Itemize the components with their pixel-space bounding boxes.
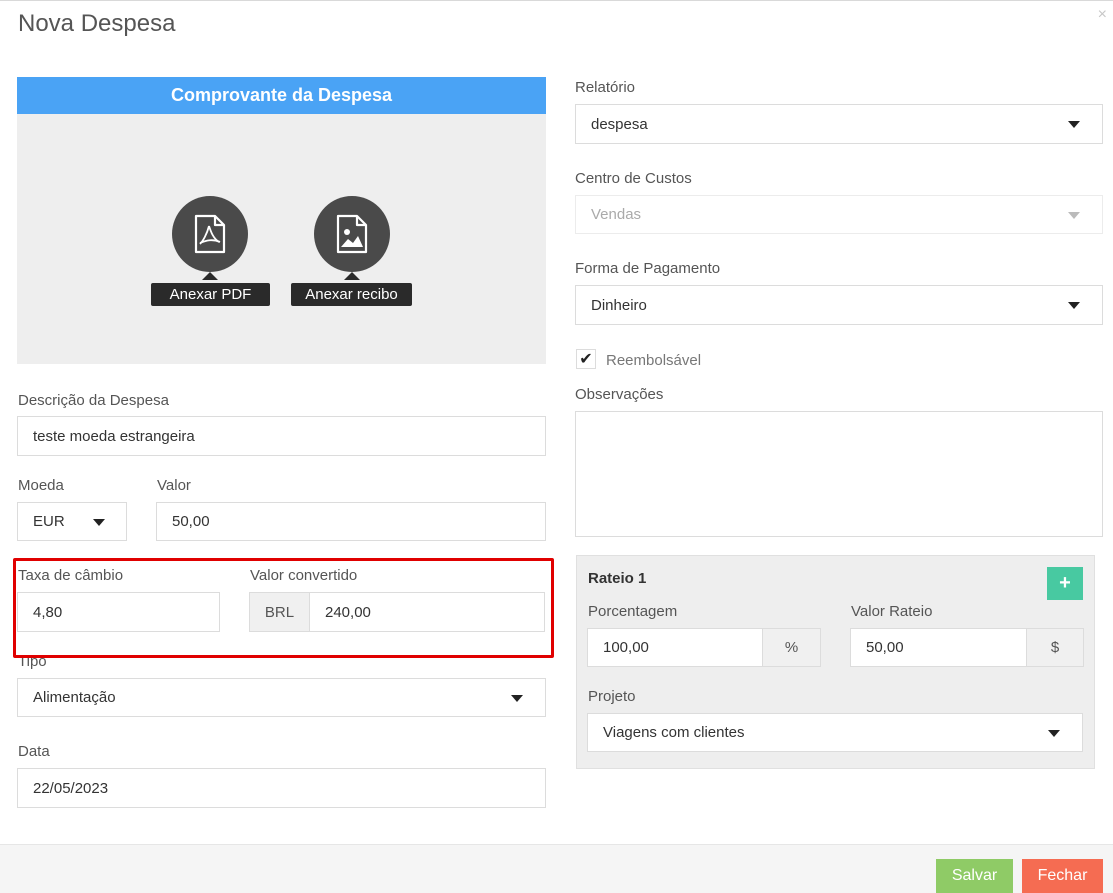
data-input[interactable]: 22/05/2023 — [17, 768, 546, 808]
tipo-value: Alimentação — [33, 689, 116, 706]
relatorio-value: despesa — [591, 115, 648, 133]
chevron-down-icon — [511, 694, 523, 702]
rateio-title: Rateio 1 — [588, 570, 647, 587]
porcentagem-suffix: % — [762, 628, 821, 667]
save-button[interactable]: Salvar — [936, 859, 1013, 893]
add-rateio-button[interactable]: + — [1047, 567, 1083, 600]
projeto-label: Projeto — [588, 688, 636, 705]
chevron-down-icon — [1068, 121, 1080, 128]
valor-rateio-input[interactable]: 50,00 — [850, 628, 1027, 667]
chevron-down-icon — [93, 518, 105, 526]
pdf-file-icon — [194, 214, 226, 254]
checkmark-icon: ✔ — [579, 351, 593, 368]
attach-receipt-button[interactable] — [314, 196, 390, 272]
moeda-value: EUR — [33, 513, 65, 530]
valor-rateio-label: Valor Rateio — [851, 603, 933, 620]
porcentagem-value: 100,00 — [603, 639, 649, 656]
receipt-header: Comprovante da Despesa — [17, 77, 546, 114]
receipt-upload-panel — [17, 77, 546, 364]
reembolsavel-checkbox[interactable]: ✔ — [576, 349, 596, 369]
attach-receipt-label[interactable]: Anexar recibo — [291, 283, 412, 306]
data-label: Data — [18, 743, 50, 760]
close-icon[interactable]: × — [1098, 6, 1107, 24]
pagamento-value: Dinheiro — [591, 296, 647, 314]
observacoes-textarea[interactable] — [575, 411, 1103, 537]
moeda-label: Moeda — [18, 477, 64, 494]
centro-select[interactable]: Vendas — [575, 195, 1103, 234]
valor-label: Valor — [157, 477, 191, 494]
highlight-box — [13, 558, 554, 658]
data-value: 22/05/2023 — [33, 779, 109, 797]
pdf-tag-arrow — [202, 272, 218, 280]
valor-rateio-value: 50,00 — [866, 639, 904, 656]
centro-label: Centro de Custos — [575, 170, 692, 187]
porcentagem-input[interactable]: 100,00 — [587, 628, 763, 667]
projeto-value: Viagens com clientes — [603, 724, 745, 741]
tipo-select[interactable]: Alimentação — [17, 678, 546, 717]
relatorio-label: Relatório — [575, 79, 636, 96]
image-file-icon — [336, 214, 368, 254]
reembolsavel-label: Reembolsável — [606, 352, 702, 369]
chevron-down-icon — [1068, 302, 1080, 309]
relatorio-select[interactable]: despesa — [575, 104, 1103, 144]
pagamento-label: Forma de Pagamento — [575, 260, 721, 277]
valor-value: 50,00 — [172, 513, 210, 530]
porcentagem-label: Porcentagem — [588, 603, 678, 620]
top-border — [0, 0, 1113, 1]
receipt-tag-arrow — [344, 272, 360, 280]
centro-value: Vendas — [591, 206, 642, 223]
chevron-down-icon — [1048, 729, 1060, 737]
descricao-value: teste moeda estrangeira — [33, 427, 195, 445]
valor-rateio-suffix: $ — [1026, 628, 1084, 667]
chevron-down-icon — [1068, 211, 1080, 219]
valor-input[interactable]: 50,00 — [156, 502, 546, 541]
pagamento-select[interactable]: Dinheiro — [575, 285, 1103, 325]
descricao-label: Descrição da Despesa — [18, 392, 169, 409]
plus-icon: + — [1059, 572, 1071, 594]
fechar-button[interactable]: Fechar — [1022, 859, 1103, 893]
moeda-select[interactable]: EUR — [17, 502, 127, 541]
projeto-select[interactable]: Viagens com clientes — [587, 713, 1083, 752]
modal-title: Nova Despesa — [18, 10, 176, 37]
observacoes-label: Observações — [575, 386, 664, 403]
descricao-input[interactable]: teste moeda estrangeira — [17, 416, 546, 456]
attach-pdf-button[interactable] — [172, 196, 248, 272]
attach-pdf-label[interactable]: Anexar PDF — [151, 283, 270, 306]
